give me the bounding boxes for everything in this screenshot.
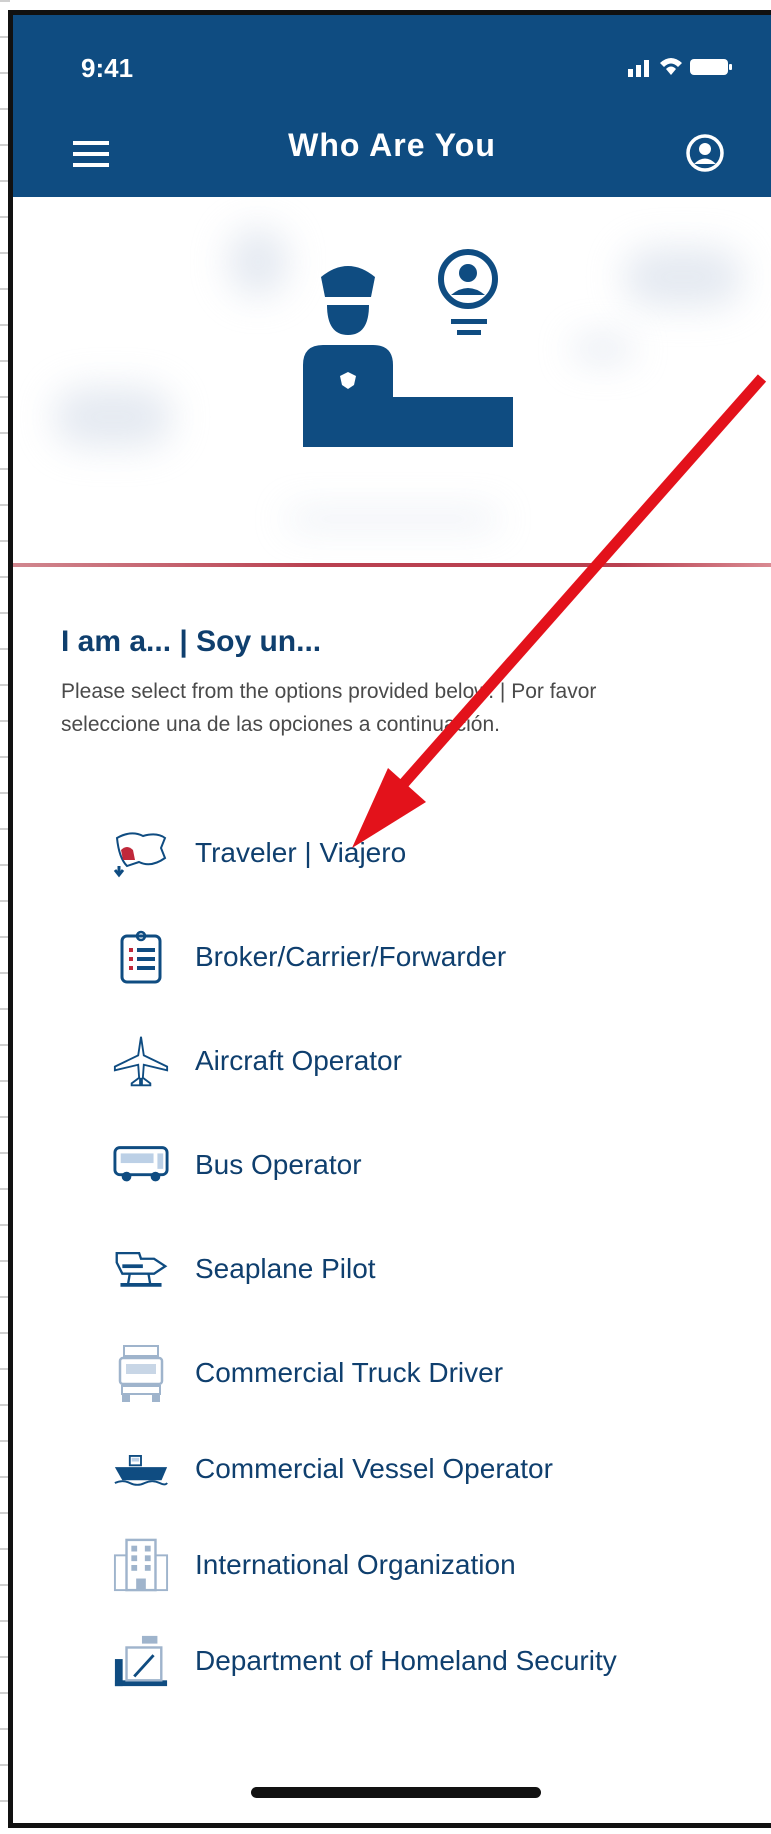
signal-wifi-battery-icon (628, 58, 732, 77)
option-label: Traveler | Viajero (195, 837, 407, 868)
home-indicator (251, 1787, 541, 1798)
option-aircraft-operator[interactable]: Aircraft Operator (113, 1029, 402, 1093)
hero-illustration (13, 197, 771, 567)
phone-frame: 9:41 Who Are You I am a... | Soy un... P… (8, 10, 771, 1828)
option-international-organization[interactable]: International Organization (113, 1533, 516, 1597)
option-label: Commercial Vessel Operator (195, 1453, 553, 1484)
option-seaplane-pilot[interactable]: Seaplane Pilot (113, 1237, 376, 1301)
section-title: I am a... | Soy un... (61, 625, 322, 658)
option-label: Aircraft Operator (195, 1045, 402, 1076)
bus-icon (113, 1137, 169, 1193)
status-icons (628, 55, 738, 77)
building-icon (113, 1537, 169, 1593)
option-department-of-homeland-security[interactable]: Department of Homeland Security (113, 1629, 617, 1693)
officer-icon (303, 249, 513, 447)
clipboard-icon (113, 929, 169, 985)
ship-icon (113, 1441, 169, 1497)
status-time: 9:41 (81, 53, 134, 83)
option-label: Broker/Carrier/Forwarder (195, 941, 507, 972)
page-title: Who Are You (288, 127, 496, 163)
option-label: Seaplane Pilot (195, 1253, 376, 1284)
option-bus-operator[interactable]: Bus Operator (113, 1133, 362, 1197)
app-header: 9:41 Who Are You (13, 15, 771, 197)
option-label: Bus Operator (195, 1149, 362, 1180)
officer-desk-icon (113, 1633, 169, 1689)
truck-icon (113, 1345, 169, 1402)
option-label: Commercial Truck Driver (195, 1357, 504, 1388)
option-broker[interactable]: Broker/Carrier/Forwarder (113, 925, 506, 989)
option-traveler[interactable]: Traveler | Viajero (113, 821, 406, 885)
account-icon[interactable] (685, 133, 725, 178)
map-icon (113, 825, 169, 881)
option-label: Department of Homeland Security (195, 1645, 617, 1676)
option-commercial-vessel-operator[interactable]: Commercial Vessel Operator (113, 1437, 553, 1501)
airplane-icon (113, 1033, 169, 1089)
option-label: International Organization (195, 1549, 516, 1580)
hero-divider (13, 563, 771, 567)
option-commercial-truck-driver[interactable]: Commercial Truck Driver (113, 1341, 503, 1405)
seaplane-icon (113, 1241, 169, 1297)
section-description: Please select from the options provided … (61, 680, 597, 736)
